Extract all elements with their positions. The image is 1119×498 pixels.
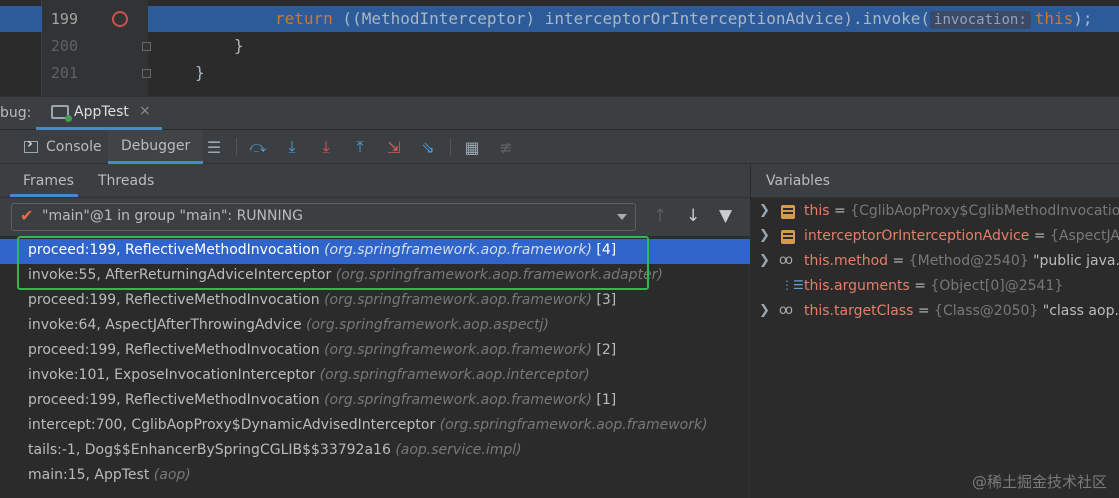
- variables-header: Variables: [751, 164, 1119, 198]
- variable-row[interactable]: ❯ oo this.method = {Method@2540} "public…: [751, 250, 1119, 275]
- frame-row[interactable]: invoke:101, ExposeInvocationInterceptor …: [0, 364, 750, 389]
- code-line[interactable]: 201 }: [0, 60, 1119, 86]
- variable-row[interactable]: ❯ this = {CglibAopProxy$CglibMethodInvoc…: [751, 200, 1119, 225]
- step-over-icon[interactable]: ⤓: [282, 137, 302, 156]
- line-number: 200: [50, 37, 78, 55]
- debug-tool-window-header: bug: AppTest ×: [0, 96, 1119, 130]
- parameter-hint: invocation:: [930, 11, 1031, 29]
- active-tab-indicator: [10, 194, 78, 197]
- thread-dropdown[interactable]: ✔ "main"@1 in group "main": RUNNING: [11, 203, 636, 231]
- filter-icon[interactable]: ▼: [719, 206, 732, 226]
- evaluate-expression-icon[interactable]: ▦: [462, 138, 482, 157]
- variables-panel: Variables ❯ this = {CglibAopProxy$CglibM…: [751, 164, 1119, 498]
- close-icon[interactable]: ×: [139, 103, 151, 119]
- variable-row[interactable]: ⋮☰ this.arguments = {Object[0]@2541}: [751, 275, 1119, 300]
- next-frame-icon[interactable]: ↓: [686, 206, 700, 226]
- frames-subtabs: Frames Threads: [0, 164, 750, 198]
- debugger-tab[interactable]: Debugger: [108, 130, 204, 164]
- drop-frame-icon[interactable]: ⇲: [384, 138, 404, 157]
- line-number: 199: [50, 10, 78, 28]
- field-icon: [781, 230, 795, 244]
- field-icon: [781, 205, 795, 219]
- frame-row[interactable]: proceed:199, ReflectiveMethodInvocation …: [0, 389, 750, 414]
- line-number: 201: [50, 64, 78, 82]
- trace-stream-icon[interactable]: ≢: [496, 138, 516, 157]
- frame-row[interactable]: proceed:199, ReflectiveMethodInvocation …: [0, 289, 750, 314]
- debug-label: bug:: [0, 105, 32, 121]
- chevron-right-icon[interactable]: ❯: [759, 203, 770, 218]
- frame-row[interactable]: invoke:64, AspectJAfterThrowingAdvice (o…: [0, 314, 750, 339]
- object-watch-icon: oo: [779, 303, 793, 318]
- chevron-right-icon[interactable]: ❯: [759, 228, 770, 243]
- code-line-current[interactable]: 199 return ((MethodInterceptor) intercep…: [0, 6, 1119, 32]
- frames-panel: Frames Threads ✔ "main"@1 in group "main…: [0, 164, 750, 498]
- layout-menu-icon[interactable]: ☰: [204, 138, 224, 157]
- breakpoint-icon[interactable]: [112, 11, 128, 27]
- tab-frames[interactable]: Frames: [23, 173, 74, 189]
- previous-frame-icon[interactable]: ↑: [653, 206, 667, 226]
- frame-row[interactable]: proceed:199, ReflectiveMethodInvocation …: [0, 339, 750, 364]
- chevron-right-icon[interactable]: ❯: [759, 253, 770, 268]
- variables-title: Variables: [766, 173, 830, 189]
- fold-marker-icon[interactable]: [142, 42, 151, 51]
- code-line[interactable]: 200 }: [0, 33, 1119, 59]
- debug-toolbar: Console Debugger ☰ ⤼ ⤓ ⤓ ⤒ ⇲ ⇘ ▦ ≢: [0, 130, 1119, 164]
- show-execution-point-icon[interactable]: ⤼: [248, 137, 268, 156]
- fold-marker-icon[interactable]: [142, 69, 151, 78]
- code-text: return ((MethodInterceptor) interceptorO…: [275, 9, 1093, 29]
- thread-selector-row: ✔ "main"@1 in group "main": RUNNING ↑ ↓ …: [0, 198, 750, 236]
- array-icon: ⋮☰: [781, 278, 804, 292]
- run-to-cursor-icon[interactable]: ⇘: [418, 138, 438, 157]
- highlight-annotation-box: [17, 236, 649, 290]
- frame-row[interactable]: intercept:700, CglibAopProxy$DynamicAdvi…: [0, 414, 750, 439]
- watermark: @稀土掘金技术社区: [971, 473, 1107, 491]
- step-out-icon[interactable]: ⤒: [350, 137, 370, 156]
- chevron-down-icon: [617, 214, 627, 220]
- variable-row[interactable]: ❯ oo this.targetClass = {Class@2050} "cl…: [751, 300, 1119, 325]
- force-step-into-icon[interactable]: ⤓: [316, 137, 336, 156]
- app-window-icon: [51, 105, 72, 122]
- run-config-tab[interactable]: AppTest ×: [36, 97, 162, 130]
- object-watch-icon: oo: [779, 253, 793, 268]
- console-icon: [24, 136, 38, 153]
- code-editor[interactable]: 199 return ((MethodInterceptor) intercep…: [0, 0, 1119, 96]
- frame-row[interactable]: tails:-1, Dog$$EnhancerBySpringCGLIB$$33…: [0, 439, 750, 464]
- variable-row[interactable]: ❯ interceptorOrInterceptionAdvice = {Asp…: [751, 225, 1119, 250]
- checkmark-icon: ✔: [20, 206, 34, 225]
- console-tab[interactable]: Console: [24, 130, 102, 164]
- tab-threads[interactable]: Threads: [98, 173, 154, 189]
- frame-row[interactable]: main:15, AppTest (aop): [0, 464, 750, 489]
- chevron-right-icon[interactable]: ❯: [759, 303, 770, 318]
